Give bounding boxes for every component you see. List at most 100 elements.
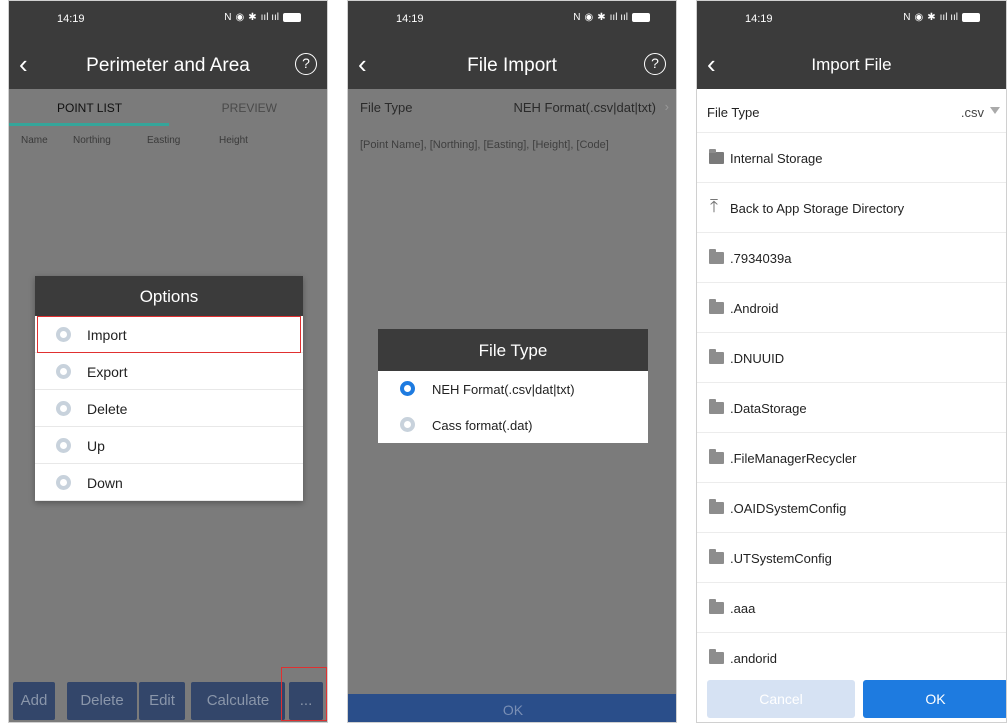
ok-button[interactable]: OK	[348, 694, 676, 722]
format-hint: [Point Name], [Northing], [Easting], [He…	[360, 139, 609, 151]
folder-item[interactable]: .aaa	[697, 583, 1006, 633]
radio-icon	[56, 327, 71, 342]
status-icons: N ◉ ✱ ııl ııl	[573, 12, 650, 23]
dropdown-triangle-icon	[990, 107, 1000, 114]
option-label: Down	[87, 475, 123, 491]
nfc-icon: N	[224, 12, 232, 23]
status-icons: N ◉ ✱ ııl ııl	[903, 12, 980, 23]
folder-label: .DNUUID	[730, 351, 785, 366]
radio-icon	[56, 438, 71, 453]
column-name: Name	[21, 135, 48, 146]
folder-label: .UTSystemConfig	[730, 551, 832, 566]
dialog-title: File Type	[378, 329, 648, 371]
battery-icon	[632, 13, 650, 22]
column-easting: Easting	[147, 135, 181, 146]
cancel-button[interactable]: Cancel	[707, 680, 855, 718]
folder-open-icon	[709, 149, 724, 164]
add-button[interactable]: Add	[13, 682, 55, 720]
status-icons: N ◉ ✱ ııl ııl	[224, 12, 301, 23]
folder-item[interactable]: .7934039a	[697, 233, 1006, 283]
page-title: File Import	[467, 55, 557, 76]
battery-icon	[283, 13, 301, 22]
folder-item[interactable]: .DataStorage	[697, 383, 1006, 433]
folder-item[interactable]: .UTSystemConfig	[697, 533, 1006, 583]
folder-label: .FileManagerRecycler	[730, 451, 857, 466]
status-bar: 14:19 N ◉ ✱ ııl ııl	[348, 1, 676, 41]
battery-icon	[962, 13, 980, 22]
radio-icon	[56, 475, 71, 490]
option-label: Import	[87, 327, 127, 343]
folder-item[interactable]: .FileManagerRecycler	[697, 433, 1006, 483]
edit-button[interactable]: Edit	[139, 682, 185, 720]
title-bar: ‹ Import File	[697, 41, 1006, 89]
option-label: Export	[87, 364, 128, 380]
ok-button[interactable]: OK	[863, 680, 1006, 718]
file-type-value: NEH Format(.csv|dat|txt)	[513, 100, 656, 115]
folder-icon	[709, 599, 724, 614]
folder-label: .andorid	[730, 651, 777, 666]
file-type-row[interactable]: File Type .csv	[697, 89, 1006, 133]
alarm-icon: ◉	[914, 12, 924, 23]
option-neh-format[interactable]: NEH Format(.csv|dat|txt)	[378, 371, 648, 407]
folder-label: .DataStorage	[730, 401, 807, 416]
title-bar: ‹ File Import ?	[348, 41, 676, 89]
calculate-button[interactable]: Calculate	[191, 682, 285, 720]
status-bar: 14:19 N ◉ ✱ ııl ııl	[9, 1, 327, 41]
option-label: NEH Format(.csv|dat|txt)	[432, 382, 575, 397]
signal-icon: ııl ııl	[609, 12, 628, 23]
option-label: Up	[87, 438, 105, 454]
folder-icon	[709, 449, 724, 464]
option-cass-format[interactable]: Cass format(.dat)	[378, 407, 648, 443]
option-export[interactable]: Export	[35, 353, 303, 390]
internal-storage-item[interactable]: Internal Storage	[697, 133, 1006, 183]
status-time: 14:19	[57, 13, 85, 25]
item-label: Back to App Storage Directory	[730, 201, 905, 216]
folder-icon	[709, 249, 724, 264]
option-down[interactable]: Down	[35, 464, 303, 501]
folder-icon	[709, 649, 724, 664]
folder-item[interactable]: .DNUUID	[697, 333, 1006, 383]
status-bar: 14:19 N ◉ ✱ ııl ııl	[697, 1, 1006, 41]
options-dialog: Options Import Export Delete Up Down	[35, 276, 303, 501]
alarm-icon: ◉	[235, 12, 245, 23]
help-icon[interactable]: ?	[295, 53, 317, 75]
back-to-app-storage-item[interactable]: ⤒ Back to App Storage Directory	[697, 183, 1006, 233]
folder-icon	[709, 299, 724, 314]
column-height: Height	[219, 135, 248, 146]
column-northing: Northing	[73, 135, 111, 146]
folder-icon	[709, 549, 724, 564]
item-label: Internal Storage	[730, 151, 823, 166]
option-delete[interactable]: Delete	[35, 390, 303, 427]
tab-point-list[interactable]: POINT LIST	[57, 101, 122, 115]
folder-label: .Android	[730, 301, 779, 316]
page-title: Perimeter and Area	[86, 55, 250, 76]
folder-item[interactable]: .Android	[697, 283, 1006, 333]
tab-preview[interactable]: PREVIEW	[222, 101, 277, 115]
signal-icon: ııl ııl	[939, 12, 958, 23]
option-import[interactable]: Import	[35, 316, 303, 353]
file-type-row[interactable]: File Type NEH Format(.csv|dat|txt) ›	[348, 89, 676, 125]
tab-bar: POINT LIST PREVIEW	[9, 89, 327, 127]
nfc-icon: N	[903, 12, 911, 23]
page-title: Import File	[811, 55, 892, 74]
arrow-up-to-line-icon: ⤒	[710, 196, 718, 216]
status-time: 14:19	[745, 13, 773, 25]
folder-label: .aaa	[730, 601, 756, 616]
delete-button[interactable]: Delete	[67, 682, 137, 720]
table-header: Name Northing Easting Height	[9, 127, 327, 157]
title-bar: ‹ Perimeter and Area ?	[9, 41, 327, 89]
radio-selected-icon	[400, 381, 415, 396]
folder-icon	[709, 499, 724, 514]
perimeter-area-screen: 14:19 N ◉ ✱ ııl ııl ‹ Perimeter and Area…	[8, 0, 328, 723]
file-type-label: File Type	[360, 100, 413, 115]
folder-item[interactable]: .OAIDSystemConfig	[697, 483, 1006, 533]
radio-icon	[56, 364, 71, 379]
folder-icon	[709, 349, 724, 364]
bottom-action-bar: Add Delete Edit Calculate ...	[9, 667, 327, 722]
nfc-icon: N	[573, 12, 581, 23]
option-label: Delete	[87, 401, 128, 417]
help-icon[interactable]: ?	[644, 53, 666, 75]
signal-icon: ııl ııl	[260, 12, 279, 23]
file-import-screen: 14:19 N ◉ ✱ ııl ııl ‹ File Import ? File…	[347, 0, 677, 723]
option-up[interactable]: Up	[35, 427, 303, 464]
